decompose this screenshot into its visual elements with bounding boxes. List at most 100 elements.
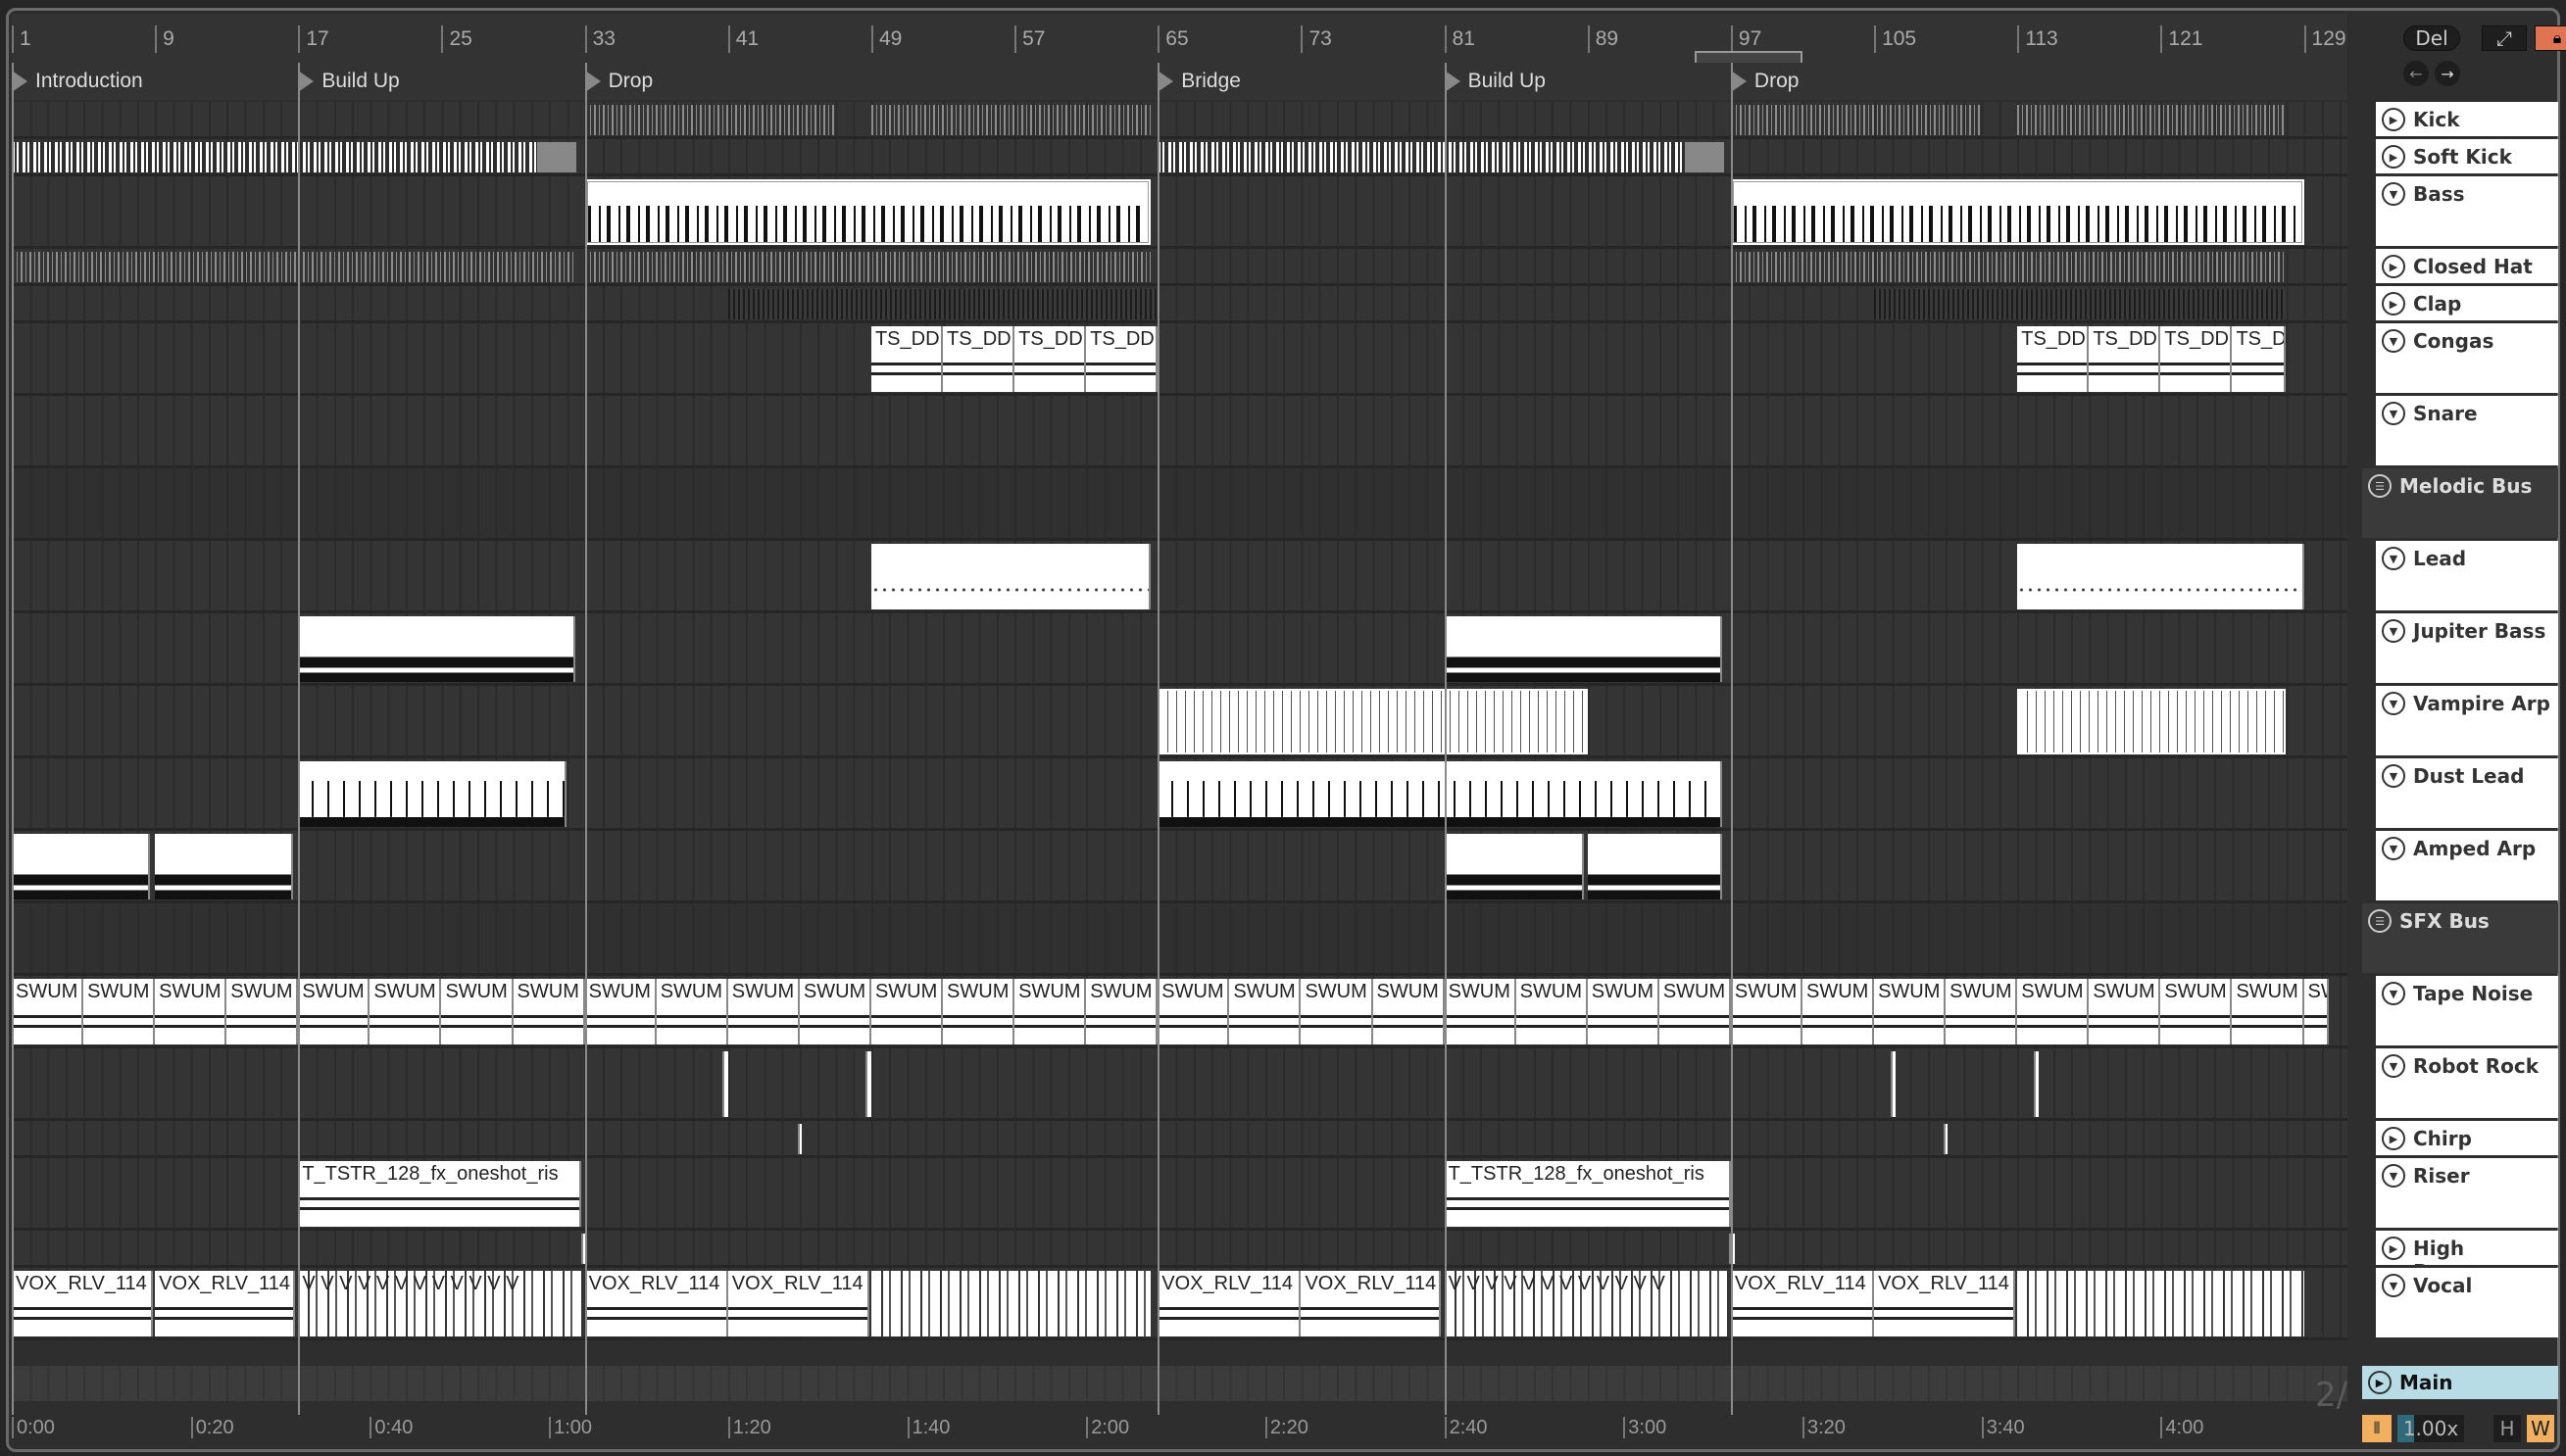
time-ruler[interactable]: 0:00 0:20 0:40 1:00 1:20 1:40 2:00 2:20 2:40 3:00… xyxy=(12,1403,2347,1442)
fold-down-icon[interactable]: ▼ xyxy=(2382,692,2405,715)
clip[interactable]: VOX_RLV_114 xyxy=(1158,1271,1302,1336)
play-icon[interactable]: ▶ xyxy=(2368,1371,2392,1394)
clip[interactable]: SWUM xyxy=(1802,979,1875,1044)
clip[interactable] xyxy=(2017,689,2287,754)
track-header-kick[interactable]: ▶ Kick xyxy=(2376,102,2558,136)
group-icon[interactable]: ☰ xyxy=(2368,474,2392,498)
clip[interactable]: SWUM xyxy=(1444,979,1516,1044)
track-lane[interactable] xyxy=(12,541,2347,613)
track-header-bass[interactable]: ▼ Bass xyxy=(2376,176,2558,246)
play-icon[interactable]: ▶ xyxy=(2382,1127,2405,1150)
clip[interactable] xyxy=(1890,1051,1896,1117)
clip[interactable] xyxy=(1944,1124,1949,1154)
clip[interactable]: VOX_RLV_114 xyxy=(727,1271,870,1336)
clip[interactable]: SWUM xyxy=(943,979,1015,1044)
clip[interactable]: TS_DD xyxy=(1086,326,1159,392)
clip[interactable]: SWUM xyxy=(1301,979,1373,1044)
track-header-lead[interactable]: ▼ Lead xyxy=(2376,541,2558,610)
track-header-jupiter-bass[interactable]: ▼ Jupiter Bass xyxy=(2376,613,2558,683)
track-header-tape-noise[interactable]: ▼ Tape Noise xyxy=(2376,976,2558,1045)
track-header-dust-lead[interactable]: ▼ Dust Lead xyxy=(2376,758,2558,828)
clip[interactable] xyxy=(1158,142,1724,172)
back-arrow-button[interactable]: ← xyxy=(2403,61,2429,86)
fold-down-icon[interactable]: ▼ xyxy=(2382,329,2405,353)
clip[interactable]: TS_DD xyxy=(2089,326,2161,392)
clip[interactable] xyxy=(298,616,576,682)
clip[interactable] xyxy=(1730,179,2304,245)
clip[interactable]: T_TSTR_128_fx_oneshot_ris xyxy=(1444,1161,1731,1227)
fold-down-icon[interactable]: ▼ xyxy=(2382,837,2405,860)
clip[interactable]: SWUM xyxy=(1158,979,1230,1044)
locator-flag-icon[interactable] xyxy=(584,71,601,92)
clip[interactable] xyxy=(584,105,836,135)
clip[interactable] xyxy=(12,834,150,899)
locator[interactable]: Drop xyxy=(1730,67,1799,96)
clip[interactable]: SWUM xyxy=(226,979,299,1044)
clip[interactable]: VOX_RLV_114 xyxy=(1874,1271,2016,1336)
clip[interactable]: SWUM xyxy=(1515,979,1588,1044)
clip[interactable]: SWUM xyxy=(1014,979,1087,1044)
track-header-closed-hat[interactable]: ▶ Closed Hat xyxy=(2376,249,2558,283)
clip[interactable] xyxy=(1587,834,1722,899)
forward-arrow-button[interactable]: → xyxy=(2435,61,2460,86)
clip[interactable] xyxy=(1730,252,2287,282)
track-lane[interactable] xyxy=(12,1121,2347,1158)
clip[interactable]: SWUM xyxy=(1874,979,1947,1044)
locator-row[interactable]: Introduction Build Up Drop Bridge Build Up Dr… xyxy=(12,63,2347,100)
clip[interactable] xyxy=(722,1051,728,1117)
clip[interactable] xyxy=(12,142,576,172)
track-header-congas[interactable]: ▼ Congas xyxy=(2376,323,2558,393)
clip[interactable]: SWUM xyxy=(1658,979,1731,1044)
track-header-chirp[interactable]: ▶ Chirp xyxy=(2376,1121,2558,1155)
clip[interactable]: SWUM xyxy=(1086,979,1159,1044)
lock-icon[interactable]: 🔒︎ xyxy=(2535,25,2566,51)
clip[interactable] xyxy=(2017,1271,2304,1336)
clip[interactable] xyxy=(865,1051,871,1117)
locator[interactable]: Build Up xyxy=(298,67,400,96)
clip[interactable]: SWUM xyxy=(799,979,871,1044)
waveform-toggle-icon[interactable]: ⦀ xyxy=(2362,1415,2392,1442)
track-lane[interactable] xyxy=(12,1231,2347,1268)
clip[interactable]: SWUM xyxy=(2017,979,2090,1044)
fold-down-icon[interactable]: ▼ xyxy=(2382,764,2405,788)
clip[interactable]: VOX_RLV_114 xyxy=(1730,1271,1875,1336)
fold-down-icon[interactable]: ▼ xyxy=(2382,619,2405,643)
track-header-sfx-bus[interactable]: ☰ SFX Bus xyxy=(2362,903,2558,973)
track-header-main[interactable]: ▶ Main xyxy=(2362,1366,2558,1399)
clip[interactable]: SWUM xyxy=(83,979,156,1044)
clip[interactable] xyxy=(870,105,1151,135)
track-lane[interactable] xyxy=(12,903,2347,976)
track-header-soft-kick[interactable]: ▶ Soft Kick xyxy=(2376,139,2558,173)
clip[interactable]: SWUM xyxy=(513,979,585,1044)
locator-flag-icon[interactable] xyxy=(1444,71,1460,92)
clip[interactable]: TS_DD xyxy=(870,326,944,392)
clip[interactable]: TS_DD xyxy=(1014,326,1087,392)
track-lane[interactable] xyxy=(12,102,2347,139)
fold-down-icon[interactable]: ▼ xyxy=(2382,1274,2405,1297)
fold-down-icon[interactable]: ▼ xyxy=(2382,982,2405,1005)
group-icon[interactable]: ☰ xyxy=(2368,909,2392,933)
tempo-factor-field[interactable]: 1.00x xyxy=(2397,1415,2464,1442)
clip[interactable] xyxy=(2033,1051,2040,1117)
clip[interactable] xyxy=(798,1124,803,1154)
track-header-robot-rock[interactable]: ▼ Robot Rock xyxy=(2376,1048,2558,1118)
fold-down-icon[interactable]: ▼ xyxy=(2382,182,2405,206)
clip[interactable]: SWUM xyxy=(2232,979,2304,1044)
clip[interactable]: SWUM xyxy=(1587,979,1659,1044)
locator-flag-icon[interactable] xyxy=(1730,71,1747,92)
bar-ruler[interactable]: 1 9 17 25 33 41 49 57 65 73 81 89 97 105 113 121 129 xyxy=(12,14,2347,67)
arrangement-view[interactable]: 1 9 17 25 33 41 49 57 65 73 81 89 97 105 113 121 129 Int… xyxy=(12,14,2347,1442)
track-lane[interactable] xyxy=(12,396,2347,468)
clip[interactable]: T_TSTR_128_fx_oneshot_ris xyxy=(298,1161,581,1227)
play-icon[interactable]: ▶ xyxy=(2382,292,2405,315)
clip[interactable]: TS_DD xyxy=(2160,326,2233,392)
h-button[interactable]: H xyxy=(2493,1415,2521,1442)
locator[interactable]: Drop xyxy=(584,67,653,96)
clip[interactable] xyxy=(2017,105,2287,135)
fold-down-icon[interactable]: ▼ xyxy=(2382,1164,2405,1188)
locator[interactable]: Bridge xyxy=(1158,67,1241,96)
track-header-riser[interactable]: ▼ Riser xyxy=(2376,1158,2558,1228)
clip[interactable] xyxy=(12,252,576,282)
play-icon[interactable]: ▶ xyxy=(2382,108,2405,131)
clip[interactable] xyxy=(1730,105,1982,135)
